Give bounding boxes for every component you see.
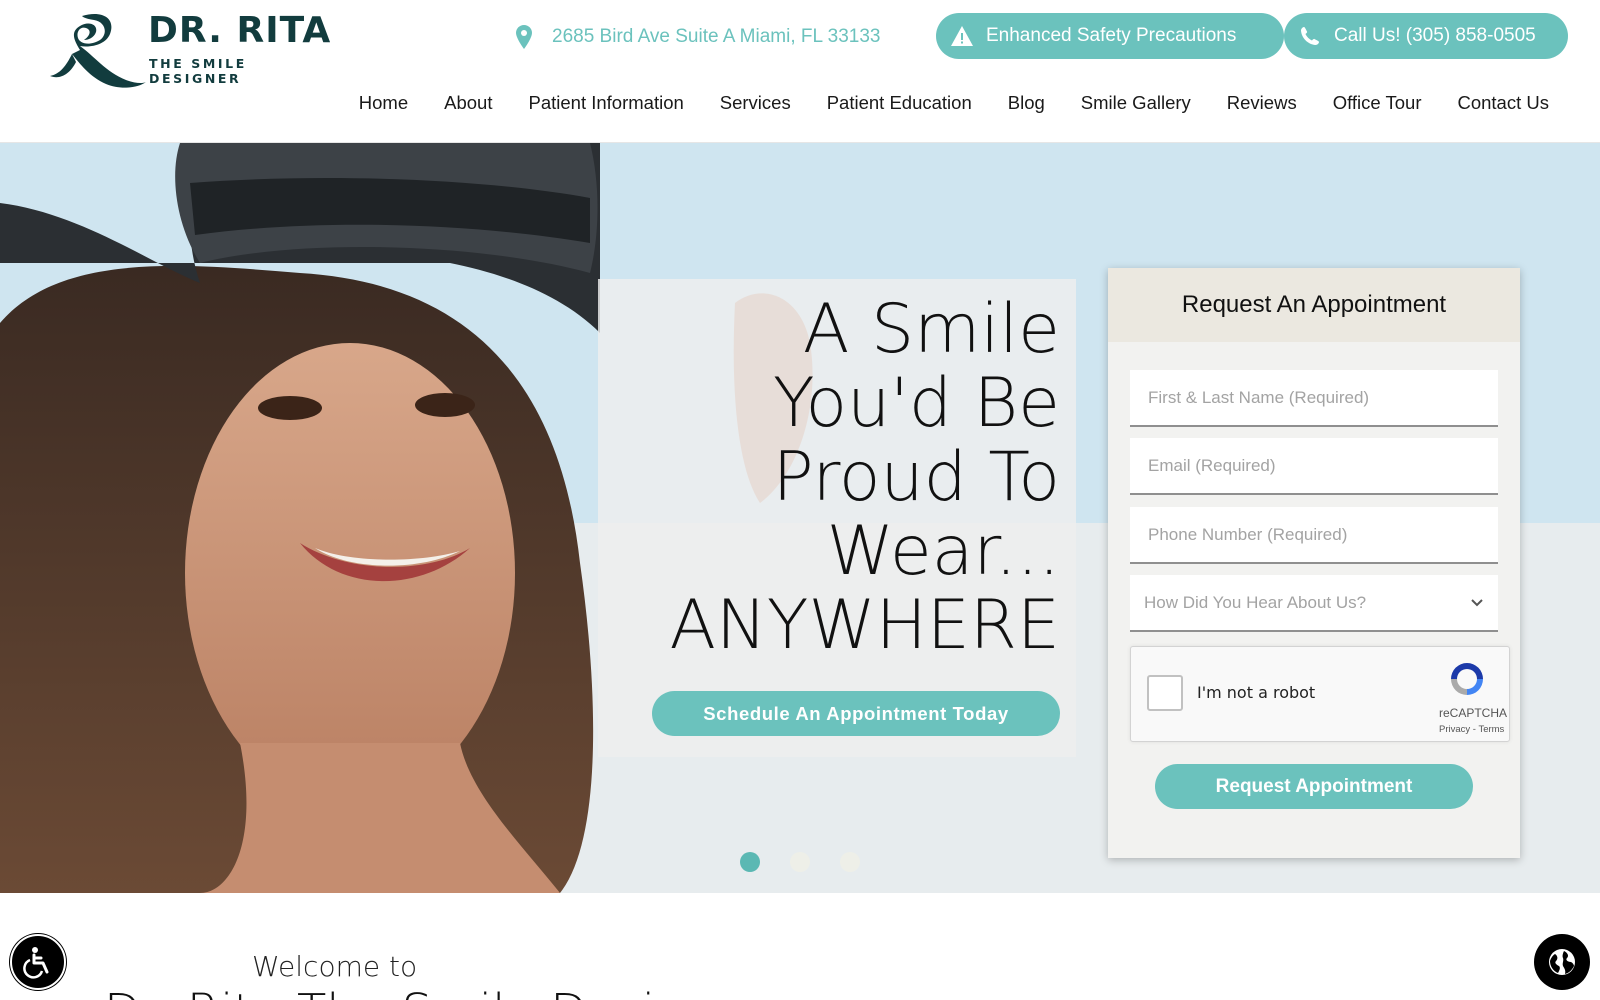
hero-headline: A Smile You'd Be Proud To Wear... ANYWHE… <box>620 293 1060 663</box>
accessibility-icon <box>23 947 49 979</box>
hero-headline-card: A Smile You'd Be Proud To Wear... ANYWHE… <box>598 279 1076 757</box>
nav-office-tour[interactable]: Office Tour <box>1315 88 1440 118</box>
hero-headline-line: A Smile <box>802 290 1060 369</box>
call-us-button[interactable]: Call Us! (305) 858-0505 <box>1284 13 1568 59</box>
site-header: DR. RITA THE SMILE DESIGNER 2685 Bird Av… <box>0 0 1600 143</box>
slider-dots <box>740 852 860 872</box>
logo[interactable]: DR. RITA THE SMILE DESIGNER <box>50 10 340 90</box>
hear-about-us-select[interactable]: How Did You Hear About Us? <box>1130 575 1498 632</box>
nav-patient-information[interactable]: Patient Information <box>510 88 701 118</box>
slider-dot-2[interactable] <box>790 852 810 872</box>
hero-headline-line: Proud To <box>772 438 1060 517</box>
hero-headline-line: Wear... <box>826 512 1060 591</box>
appointment-form: Request An Appointment First & Last Name… <box>1108 268 1520 858</box>
recaptcha-terms-link[interactable]: Terms <box>1478 724 1504 735</box>
address[interactable]: 2685 Bird Ave Suite A Miami, FL 33133 <box>516 22 880 52</box>
safety-label: Enhanced Safety Precautions <box>986 25 1237 46</box>
nav-contact-us[interactable]: Contact Us <box>1439 88 1567 118</box>
slider-dot-1[interactable] <box>740 852 760 872</box>
request-appointment-button[interactable]: Request Appointment <box>1155 764 1473 809</box>
welcome-title: Dr. Rita The Smile Designer <box>104 984 764 1000</box>
map-pin-icon <box>516 25 532 49</box>
hero-headline-line: You'd Be <box>772 364 1060 443</box>
chevron-down-icon <box>1471 598 1483 606</box>
recaptcha-icon <box>1451 663 1483 695</box>
nav-reviews[interactable]: Reviews <box>1209 88 1315 118</box>
recaptcha-checkbox[interactable] <box>1147 675 1183 711</box>
logo-name: DR. RITA <box>148 10 332 51</box>
globe-icon <box>1549 949 1575 975</box>
appointment-form-title: Request An Appointment <box>1108 268 1520 342</box>
nav-blog[interactable]: Blog <box>990 88 1063 118</box>
recaptcha-label: I'm not a robot <box>1197 683 1316 702</box>
warning-icon <box>950 24 974 48</box>
hear-about-us-value: How Did You Hear About Us? <box>1144 592 1367 612</box>
recaptcha-brand: reCAPTCHA <box>1439 706 1508 720</box>
recaptcha-widget: I'm not a robot reCAPTCHA Privacy - Term… <box>1130 646 1510 742</box>
logo-r-mark-icon <box>50 14 146 88</box>
safety-precautions-button[interactable]: Enhanced Safety Precautions <box>936 13 1284 59</box>
recaptcha-links: Privacy - Terms <box>1439 724 1504 735</box>
nav-patient-education[interactable]: Patient Education <box>809 88 990 118</box>
logo-tagline: THE SMILE DESIGNER <box>149 56 247 86</box>
email-field[interactable]: Email (Required) <box>1130 438 1498 495</box>
recaptcha-privacy-link[interactable]: Privacy <box>1439 724 1470 735</box>
language-button[interactable] <box>1534 934 1590 990</box>
call-label: Call Us! (305) 858-0505 <box>1334 25 1536 46</box>
address-text: 2685 Bird Ave Suite A Miami, FL 33133 <box>552 26 881 47</box>
schedule-appointment-button[interactable]: Schedule An Appointment Today <box>652 691 1060 736</box>
name-field[interactable]: First & Last Name (Required) <box>1130 370 1498 427</box>
welcome-intro: Welcome to <box>252 950 418 983</box>
nav-services[interactable]: Services <box>702 88 809 118</box>
slider-dot-3[interactable] <box>840 852 860 872</box>
hero-headline-line: ANYWHERE <box>669 586 1060 665</box>
accessibility-button[interactable] <box>10 934 66 990</box>
nav-home[interactable]: Home <box>341 88 426 118</box>
phone-field[interactable]: Phone Number (Required) <box>1130 507 1498 564</box>
nav-about[interactable]: About <box>426 88 510 118</box>
recaptcha-logo: reCAPTCHA Privacy - Terms <box>1439 659 1508 735</box>
main-nav: Home About Patient Information Services … <box>341 88 1567 118</box>
phone-icon <box>1298 24 1322 48</box>
nav-smile-gallery[interactable]: Smile Gallery <box>1063 88 1209 118</box>
